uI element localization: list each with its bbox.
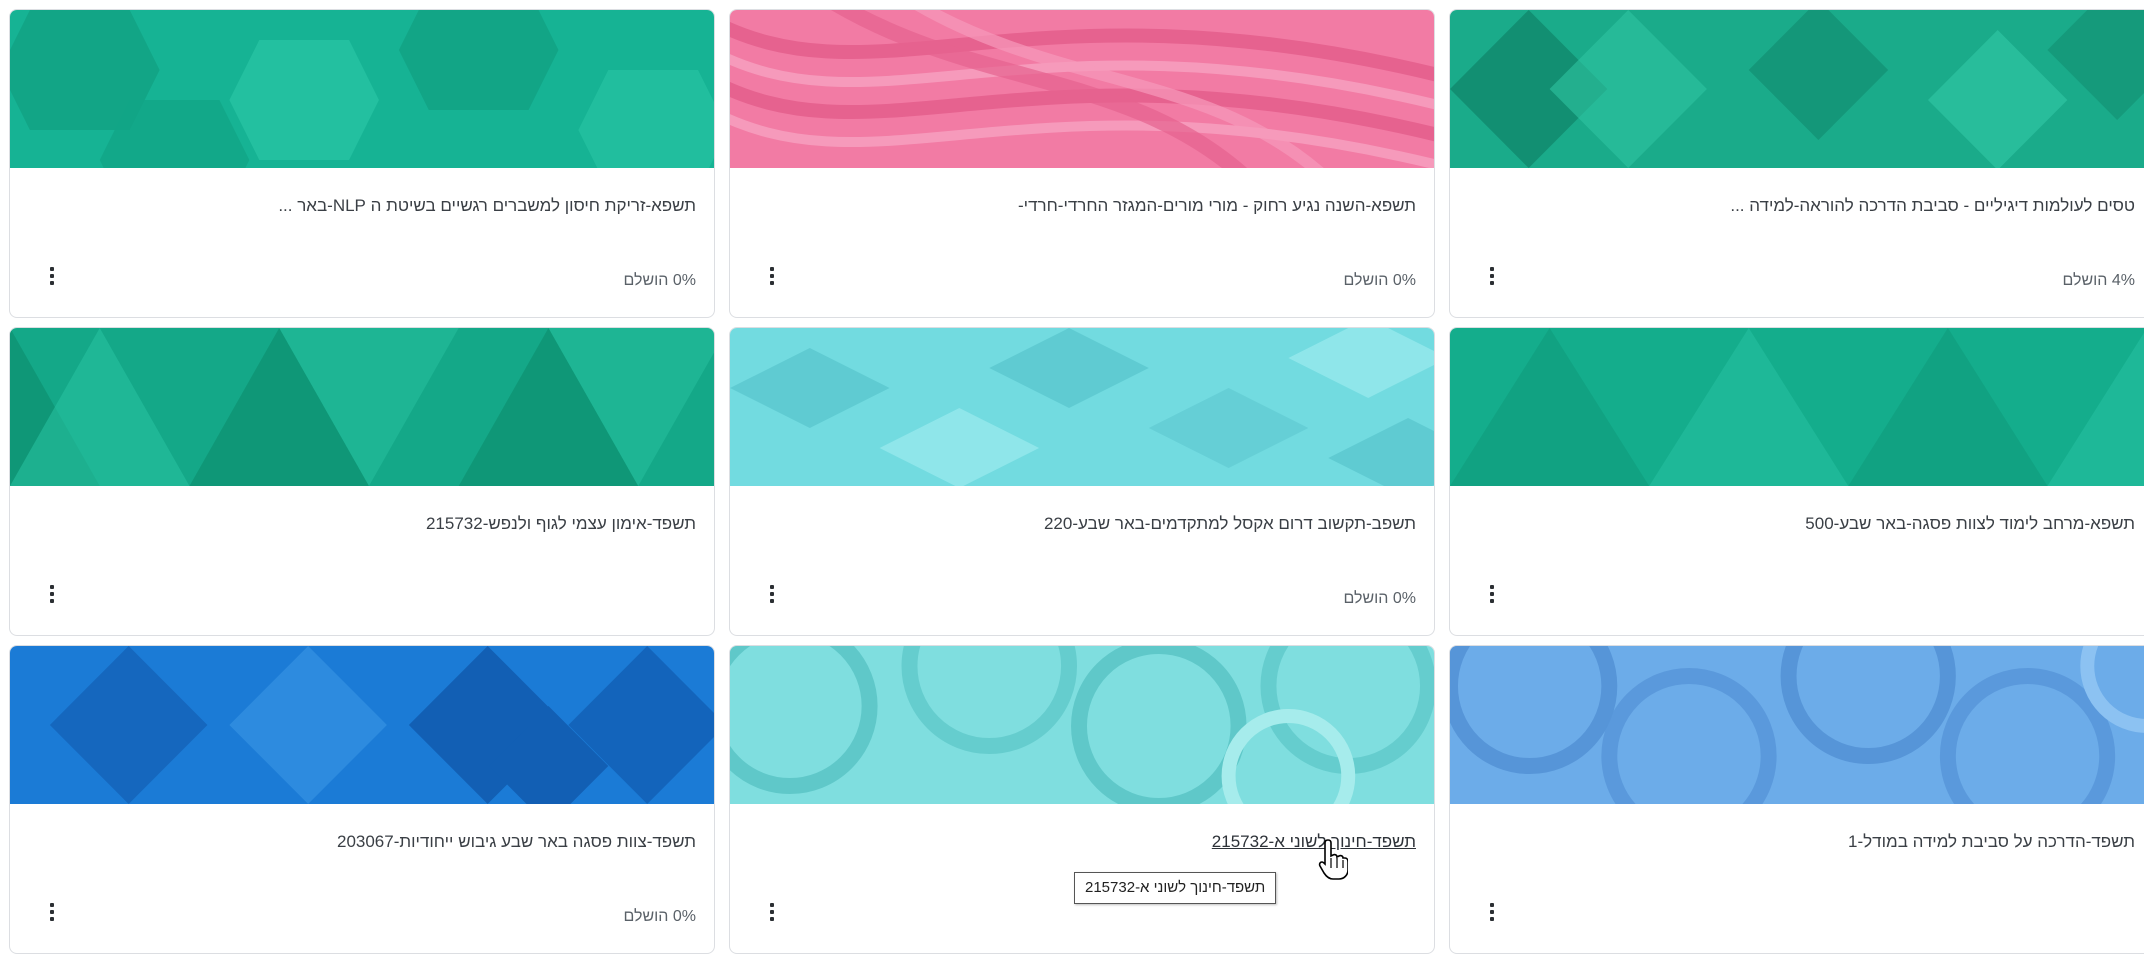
course-options-menu-icon[interactable] — [1482, 898, 1502, 926]
course-options-menu-icon[interactable] — [1482, 580, 1502, 608]
course-banner-image[interactable] — [730, 646, 1434, 804]
course-options-menu-icon[interactable] — [42, 580, 62, 608]
hand-pointer-cursor-icon — [1318, 839, 1348, 880]
course-options-menu-icon[interactable] — [762, 898, 782, 926]
course-banner-image[interactable] — [730, 328, 1434, 486]
course-title[interactable]: תשפד-חינוך לשוני א-215732 — [756, 832, 1416, 852]
course-title[interactable]: תשפד-הדרכה על סביבת למידה במודל-1 — [1475, 832, 2135, 852]
course-card[interactable]: תשפב-תקשוב דרום אקסל למתקדמים-באר שבע-22… — [729, 327, 1435, 636]
course-banner-image[interactable] — [10, 10, 714, 168]
course-progress: 0% הושלם — [1343, 272, 1416, 289]
course-progress: 0% הושלם — [623, 908, 696, 925]
course-options-menu-icon[interactable] — [42, 898, 62, 926]
course-card[interactable]: תשפד-חינוך לשוני א-215732 — [729, 645, 1435, 954]
course-card[interactable]: תשפא-מרחב לימוד לצוות פסגה-באר שבע-500 — [1449, 327, 2144, 636]
course-card[interactable]: טסים לעולמות דיגיליים - סביבת הדרכה להור… — [1449, 9, 2144, 318]
course-options-menu-icon[interactable] — [762, 262, 782, 290]
course-progress: 4% הושלם — [2062, 272, 2135, 289]
course-title[interactable]: תשפד-צוות פסגה באר שבע גיבוש ייחודיות-20… — [36, 832, 696, 852]
course-banner-image[interactable] — [730, 10, 1434, 168]
course-options-menu-icon[interactable] — [762, 580, 782, 608]
course-title[interactable]: טסים לעולמות דיגיליים - סביבת הדרכה להור… — [1475, 196, 2135, 216]
course-progress: 0% הושלם — [623, 272, 696, 289]
course-banner-image[interactable] — [10, 328, 714, 486]
course-title[interactable]: תשפא-זריקת חיסון למשברים רגשיים בשיטת ה … — [36, 196, 696, 216]
course-banner-image[interactable] — [1450, 10, 2144, 168]
course-card[interactable]: תשפד-צוות פסגה באר שבע גיבוש ייחודיות-20… — [9, 645, 715, 954]
course-banner-image[interactable] — [10, 646, 714, 804]
course-banner-image[interactable] — [1450, 328, 2144, 486]
course-progress: 0% הושלם — [1343, 590, 1416, 607]
course-title[interactable]: תשפא-מרחב לימוד לצוות פסגה-באר שבע-500 — [1475, 514, 2135, 534]
course-options-menu-icon[interactable] — [1482, 262, 1502, 290]
course-title[interactable]: תשפא-השנה נגיע רחוק - מורי מורים-המגזר ה… — [756, 196, 1416, 216]
course-banner-image[interactable] — [1450, 646, 2144, 804]
course-title[interactable]: תשפד-אימון עצמי לגוף ולנפש-215732 — [36, 514, 696, 534]
course-options-menu-icon[interactable] — [42, 262, 62, 290]
course-card[interactable]: תשפא-זריקת חיסון למשברים רגשיים בשיטת ה … — [9, 9, 715, 318]
course-card[interactable]: תשפא-השנה נגיע רחוק - מורי מורים-המגזר ה… — [729, 9, 1435, 318]
title-tooltip: תשפד-חינוך לשוני א-215732 — [1074, 872, 1277, 904]
course-card[interactable]: תשפד-הדרכה על סביבת למידה במודל-1 — [1449, 645, 2144, 954]
course-title[interactable]: תשפב-תקשוב דרום אקסל למתקדמים-באר שבע-22… — [756, 514, 1416, 534]
course-card[interactable]: תשפד-אימון עצמי לגוף ולנפש-215732 — [9, 327, 715, 636]
